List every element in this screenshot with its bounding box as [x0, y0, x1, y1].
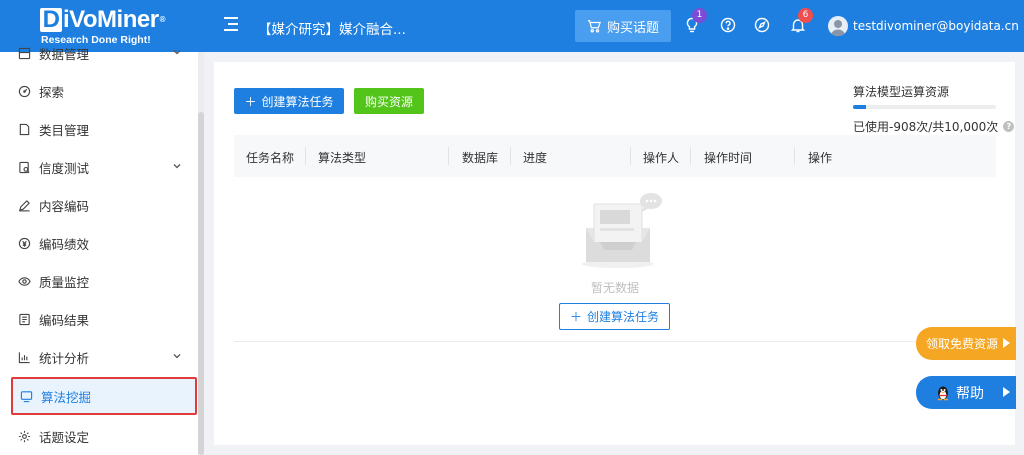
sidebar-item-label: 数据管理 — [39, 46, 90, 62]
sidebar-item-algorithm-mining[interactable]: 算法挖掘 — [11, 377, 197, 415]
empty-create-label: 创建算法任务 — [587, 310, 660, 324]
quota-progress-bar — [853, 105, 996, 109]
table-header: 任务名称 算法类型 数据库 进度 操作人 操作时间 操作 — [234, 135, 996, 177]
sidebar-item-label: 话题设定 — [39, 429, 90, 445]
sidebar-item-coding-performance[interactable]: 编码绩效 — [0, 224, 198, 262]
result-icon — [18, 313, 31, 326]
user-email[interactable]: testdivominer@boyidata.cn — [853, 19, 1019, 33]
quota-usage: 已使用-908次/共10,000次 ? — [853, 118, 1015, 135]
yen-icon — [18, 237, 31, 250]
monitor-icon — [20, 390, 33, 403]
column-divider[interactable] — [690, 147, 691, 165]
column-header: 操作时间 — [704, 151, 753, 165]
column-divider[interactable] — [794, 147, 795, 165]
sidebar-item-label: 探索 — [39, 84, 65, 100]
empty-state-text: 暂无数据 — [590, 281, 639, 295]
quota-usage-text: 已使用-908次/共10,000次 — [853, 120, 999, 134]
caret-right-icon — [1003, 387, 1010, 397]
sidebar-item-explore[interactable]: 探索 — [0, 72, 198, 110]
bell-icon[interactable]: 6 — [790, 8, 813, 33]
column-divider[interactable] — [448, 147, 449, 165]
sidebar-item-topic-settings[interactable]: 话题设定 — [0, 417, 198, 455]
table-divider — [234, 341, 996, 342]
column-header: 任务名称 — [246, 151, 295, 165]
help-float-button[interactable]: 帮助 — [916, 376, 1016, 409]
quota-title: 算法模型运算资源 — [853, 85, 950, 99]
sidebar-item-quality-monitor[interactable]: 质量监控 — [0, 262, 198, 300]
column-divider[interactable] — [305, 147, 306, 165]
column-header: 操作人 — [643, 151, 680, 165]
plus-icon: ＋ — [569, 310, 582, 324]
pen-icon — [18, 199, 31, 212]
bar-chart-icon — [18, 351, 31, 364]
free-resource-label: 领取免费资源 — [926, 337, 999, 351]
column-header: 操作 — [808, 151, 833, 165]
sidebar-item-label: 内容编码 — [39, 198, 90, 214]
menu-collapse-icon[interactable] — [224, 16, 240, 32]
qq-penguin-icon — [938, 386, 948, 400]
logo-d-box: D — [40, 8, 62, 32]
bell-badge: 6 — [798, 8, 813, 23]
document-icon — [18, 123, 31, 136]
buy-topic-button[interactable]: 购买话题 — [575, 10, 671, 42]
plus-icon: ＋ — [244, 94, 257, 109]
sidebar-item-category-management[interactable]: 类目管理 — [0, 110, 198, 148]
bulb-icon[interactable]: 1 — [684, 8, 707, 33]
chevron-down-icon — [173, 50, 181, 55]
buy-resource-button[interactable]: 购买资源 — [354, 88, 424, 114]
sidebar-item-label: 算法挖掘 — [41, 389, 92, 405]
column-header: 算法类型 — [318, 151, 367, 165]
column-header: 数据库 — [462, 151, 499, 165]
sidebar-item-reliability-test[interactable]: 信度测试 — [0, 148, 198, 186]
bulb-badge: 1 — [692, 8, 707, 23]
sidebar-item-content-coding[interactable]: 内容编码 — [0, 186, 198, 224]
sidebar-item-data-management[interactable]: 数据管理 — [0, 34, 198, 72]
cart-icon — [587, 20, 601, 33]
quota-progress-fill — [853, 105, 866, 109]
column-header: 进度 — [523, 151, 548, 165]
sidebar-item-coding-results[interactable]: 编码结果 — [0, 300, 198, 338]
create-task-label: 创建算法任务 — [261, 94, 334, 109]
empty-create-task-button[interactable]: ＋ 创建算法任务 — [559, 303, 670, 330]
chevron-down-icon — [173, 164, 181, 169]
sidebar-item-label: 质量监控 — [39, 274, 90, 290]
sidebar-item-label: 信度测试 — [39, 160, 90, 176]
sidebar-scroll-thumb[interactable] — [198, 112, 204, 455]
column-divider[interactable] — [510, 147, 511, 165]
column-divider[interactable] — [630, 147, 631, 165]
sidebar-item-label: 编码绩效 — [39, 236, 90, 252]
free-resource-float-button[interactable]: 领取免费资源 — [916, 327, 1016, 360]
project-title[interactable]: 【媒介研究】媒介融合... — [258, 18, 406, 38]
question-icon[interactable]: ? — [1003, 121, 1015, 132]
database-icon — [18, 47, 31, 60]
help-circle-icon[interactable] — [720, 17, 736, 33]
compass-icon — [18, 85, 31, 98]
eye-icon — [18, 275, 31, 288]
sidebar-scrollbar[interactable] — [198, 52, 204, 455]
sidebar-item-label: 编码结果 — [39, 312, 90, 328]
help-label: 帮助 — [956, 385, 984, 402]
buy-topic-label: 购买话题 — [606, 20, 659, 36]
empty-box-icon — [582, 193, 662, 268]
logo-wordmark: DiVoMiner ® — [40, 6, 166, 34]
sidebar-item-statistical-analysis[interactable]: 统计分析 — [0, 338, 198, 376]
create-algorithm-task-button[interactable]: ＋ 创建算法任务 — [234, 88, 344, 114]
compass-nav-icon[interactable] — [754, 17, 770, 33]
sidebar-item-label: 类目管理 — [39, 122, 90, 138]
sidebar-item-label: 统计分析 — [39, 350, 90, 366]
test-icon — [18, 161, 31, 174]
gear-icon — [18, 430, 31, 443]
chevron-down-icon — [173, 354, 181, 359]
caret-right-icon — [1003, 338, 1010, 348]
logo-rest: iVoMiner — [63, 6, 159, 33]
avatar[interactable] — [828, 16, 848, 36]
